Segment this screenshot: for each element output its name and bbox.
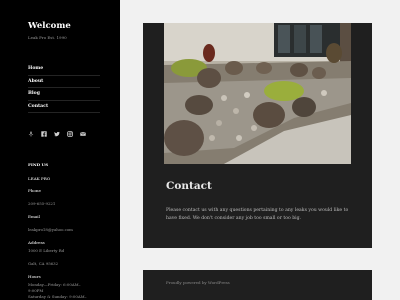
widget-address-line1: 1000 E Liberty Rd: [28, 248, 65, 253]
nav-item-contact[interactable]: Contact: [28, 99, 100, 113]
widget-address-line2: Galt, CA 95632: [28, 261, 59, 266]
main-navigation: Home About Blog Contact: [28, 63, 100, 113]
email-icon[interactable]: [80, 131, 86, 137]
nav-item-about[interactable]: About: [28, 74, 100, 88]
widget-phone-title: Phone: [28, 188, 41, 193]
widget-phone[interactable]: 209-655-9221: [28, 201, 108, 207]
widget-hours-line1: Monday—Friday: 6:00AM–: [28, 282, 81, 287]
post-body: Please contact us with any questions per…: [166, 208, 349, 221]
site-footer: Proudly powered by WordPress: [143, 270, 372, 300]
widget-email[interactable]: leakpro18@yahoo.com: [28, 227, 108, 233]
post-title: Contact: [166, 180, 212, 192]
twitter-icon[interactable]: [54, 131, 60, 137]
widget-hours-title: Hours: [28, 274, 41, 279]
yelp-icon[interactable]: [28, 131, 34, 137]
post-card: Contact Please contact us with any quest…: [143, 23, 372, 248]
widget-hours-line3: Saturday & Sunday: 9:00AM–: [28, 294, 87, 299]
facebook-icon[interactable]: [41, 131, 47, 137]
instagram-icon[interactable]: [67, 131, 73, 137]
featured-image: [164, 23, 351, 164]
widget-address-title: Address: [28, 240, 45, 245]
widget-hours-line2: 9:00PM: [28, 288, 44, 293]
site-title[interactable]: Welcome: [28, 21, 71, 31]
nav-item-home[interactable]: Home: [28, 63, 100, 75]
sidebar: Welcome Leak Pro Est. 1990 Home About Bl…: [0, 0, 120, 300]
footer-credit-link[interactable]: Proudly powered by WordPress: [166, 280, 230, 285]
widget-heading-text: FIND US: [28, 162, 49, 167]
widget-email-title: Email: [28, 214, 40, 219]
nav-item-blog[interactable]: Blog: [28, 87, 100, 100]
site-description: Leak Pro Est. 1990: [28, 35, 67, 40]
widget-company: LEAK PRO: [28, 176, 51, 181]
social-links: [28, 131, 86, 137]
